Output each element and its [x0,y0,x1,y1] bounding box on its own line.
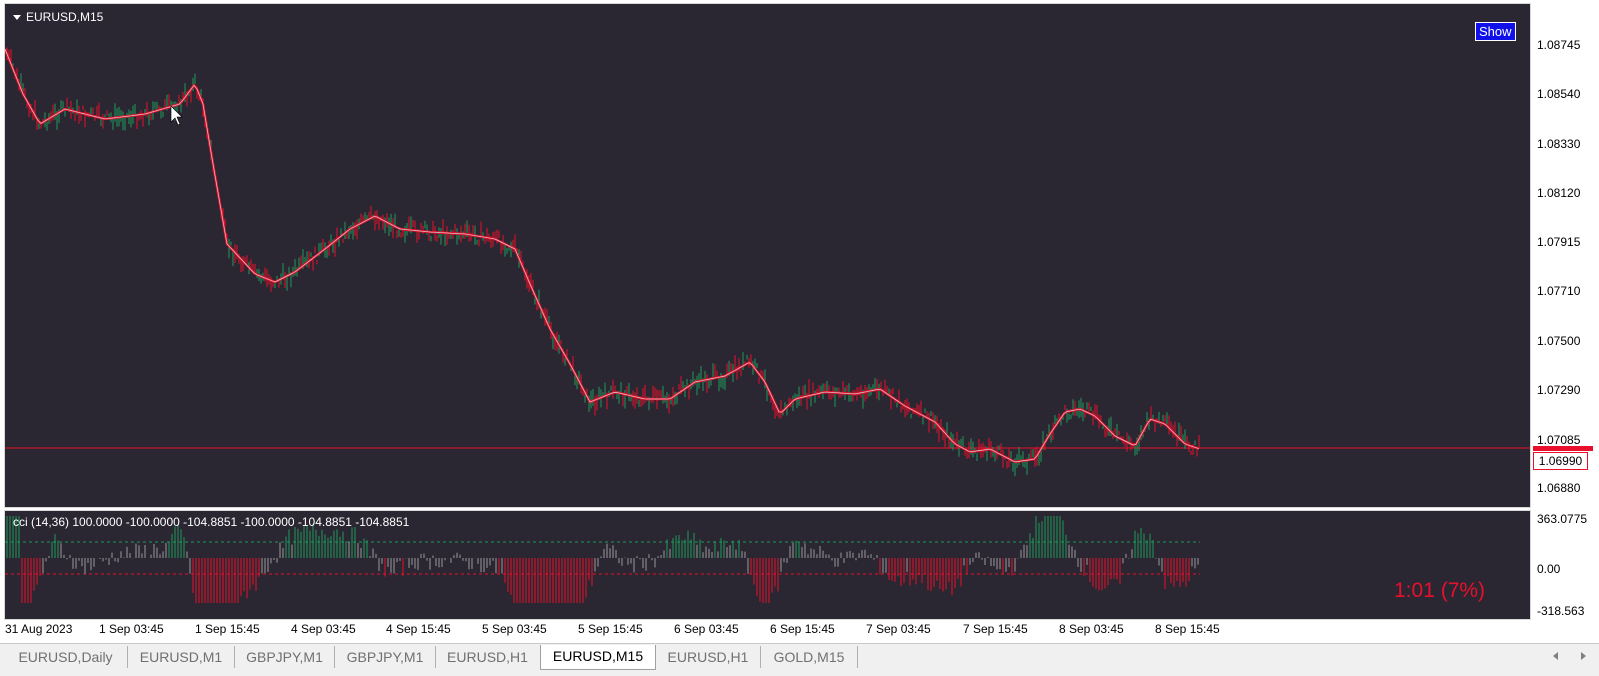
time-axis-label: 31 Aug 2023 [5,622,73,636]
price-axis-label: 1.08745 [1537,38,1581,52]
price-axis-label: 1.07085 [1537,433,1581,447]
time-axis-label: 4 Sep 03:45 [291,622,356,636]
price-chart-svg[interactable] [5,4,1530,507]
current-price-label: 1.06990 [1533,452,1588,470]
cci-axis-label: -318.563 [1537,604,1585,618]
cci-axis-label: 363.0775 [1537,512,1588,526]
price-axis-label: 1.07915 [1537,235,1581,249]
chart-tab-bar: EURUSD,Daily EURUSD,M1 GBPJPY,M1 GBPJPY,… [0,643,1599,676]
price-axis-label: 1.08540 [1537,87,1581,101]
tab-scroll-left-icon[interactable] [1553,652,1558,660]
time-axis-label: 1 Sep 15:45 [195,622,260,636]
price-axis-label: 1.06880 [1537,481,1581,495]
chart-window[interactable]: EURUSD,M15 Show cci (14,36) 100.0000 -10… [0,0,1599,643]
time-axis-label: 6 Sep 03:45 [674,622,739,636]
time-axis-label: 7 Sep 03:45 [866,622,931,636]
tab-gbpjpy-m1-2[interactable]: GBPJPY,M1 [335,646,436,668]
main-price-panel[interactable]: EURUSD,M15 Show [4,3,1531,508]
collapse-arrow-icon[interactable] [13,15,21,21]
time-axis-label: 5 Sep 15:45 [578,622,643,636]
time-axis-label: 5 Sep 03:45 [482,622,547,636]
price-axis-label: 1.07290 [1537,383,1581,397]
tab-gold-m15[interactable]: GOLD,M15 [761,646,858,668]
candle-timer: 1:01 (7%) [1394,579,1486,602]
tab-gbpjpy-m1[interactable]: GBPJPY,M1 [235,646,335,668]
current-price-marker [1533,446,1593,451]
show-button[interactable]: Show [1475,22,1516,41]
price-axis-label: 1.08330 [1537,137,1581,151]
cci-indicator-panel[interactable]: cci (14,36) 100.0000 -100.0000 -104.8851… [4,510,1531,620]
cci-title: cci (14,36) 100.0000 -100.0000 -104.8851… [13,515,410,529]
price-axis-label: 1.08120 [1537,186,1581,200]
time-axis-label: 1 Sep 03:45 [99,622,164,636]
tab-scroll-right-icon[interactable] [1581,652,1586,660]
chart-symbol-title[interactable]: EURUSD,M15 [13,10,103,24]
cci-axis-label: 0.00 [1537,562,1561,576]
tab-eurusd-m1[interactable]: EURUSD,M1 [128,646,235,668]
price-axis-label: 1.07710 [1537,284,1581,298]
time-axis-label: 8 Sep 15:45 [1155,622,1220,636]
time-axis-label: 8 Sep 03:45 [1059,622,1124,636]
symbol-label: EURUSD,M15 [26,10,104,24]
moving-average-line [5,48,1200,464]
time-axis-label: 6 Sep 15:45 [770,622,835,636]
tab-eurusd-m15[interactable]: EURUSD,M15 [540,645,656,670]
tab-eurusd-h1[interactable]: EURUSD,H1 [436,646,539,668]
time-axis-label: 4 Sep 15:45 [386,622,451,636]
signal-line [5,48,1200,463]
tab-eurusd-daily[interactable]: EURUSD,Daily [4,646,128,668]
time-axis-label: 7 Sep 15:45 [963,622,1028,636]
tab-eurusd-h1-2[interactable]: EURUSD,H1 [656,646,761,668]
price-axis-label: 1.07500 [1537,334,1581,348]
